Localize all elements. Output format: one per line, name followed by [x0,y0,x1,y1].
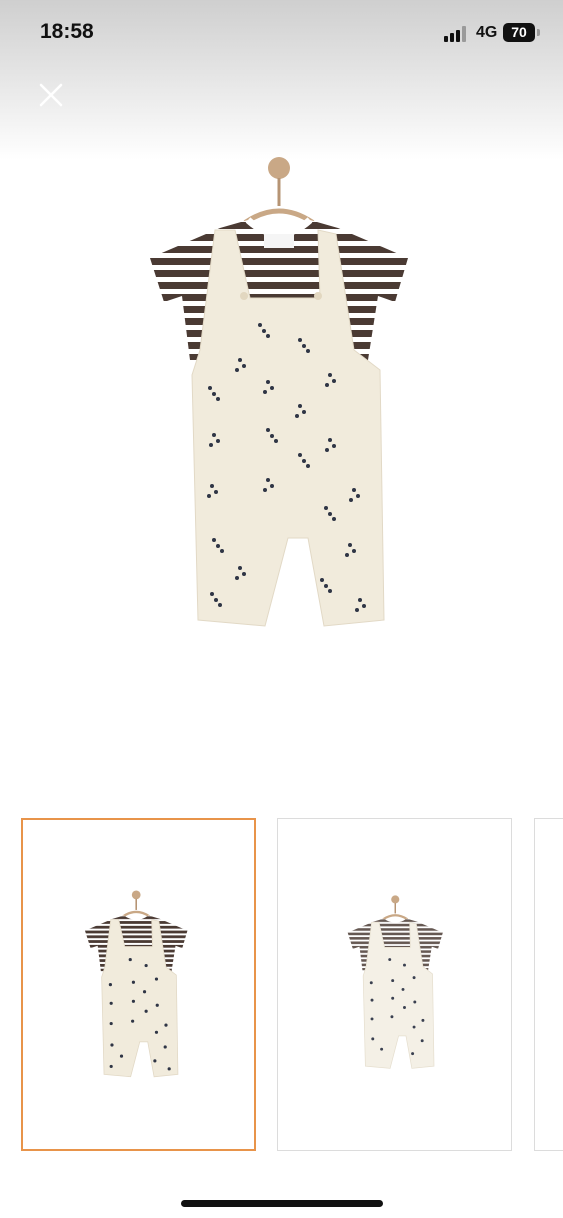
network-type: 4G [476,24,498,41]
thumbnail-1-image [84,890,188,1078]
close-icon[interactable] [34,78,68,112]
hanger-icon [243,157,315,225]
thumbnail-2[interactable] [277,818,512,1151]
battery-indicator: 70 [503,23,535,42]
thumbnail-3[interactable] [534,818,563,1151]
cellular-signal-icon [444,26,466,42]
battery-nub [537,29,540,36]
home-indicator[interactable] [181,1200,383,1207]
thumbnail-1[interactable] [21,818,256,1151]
status-time: 18:58 [40,20,94,43]
main-product-image[interactable] [140,150,422,650]
status-bar: 18:58 4G 70 [0,0,563,68]
thumbnail-2-image [347,895,443,1069]
